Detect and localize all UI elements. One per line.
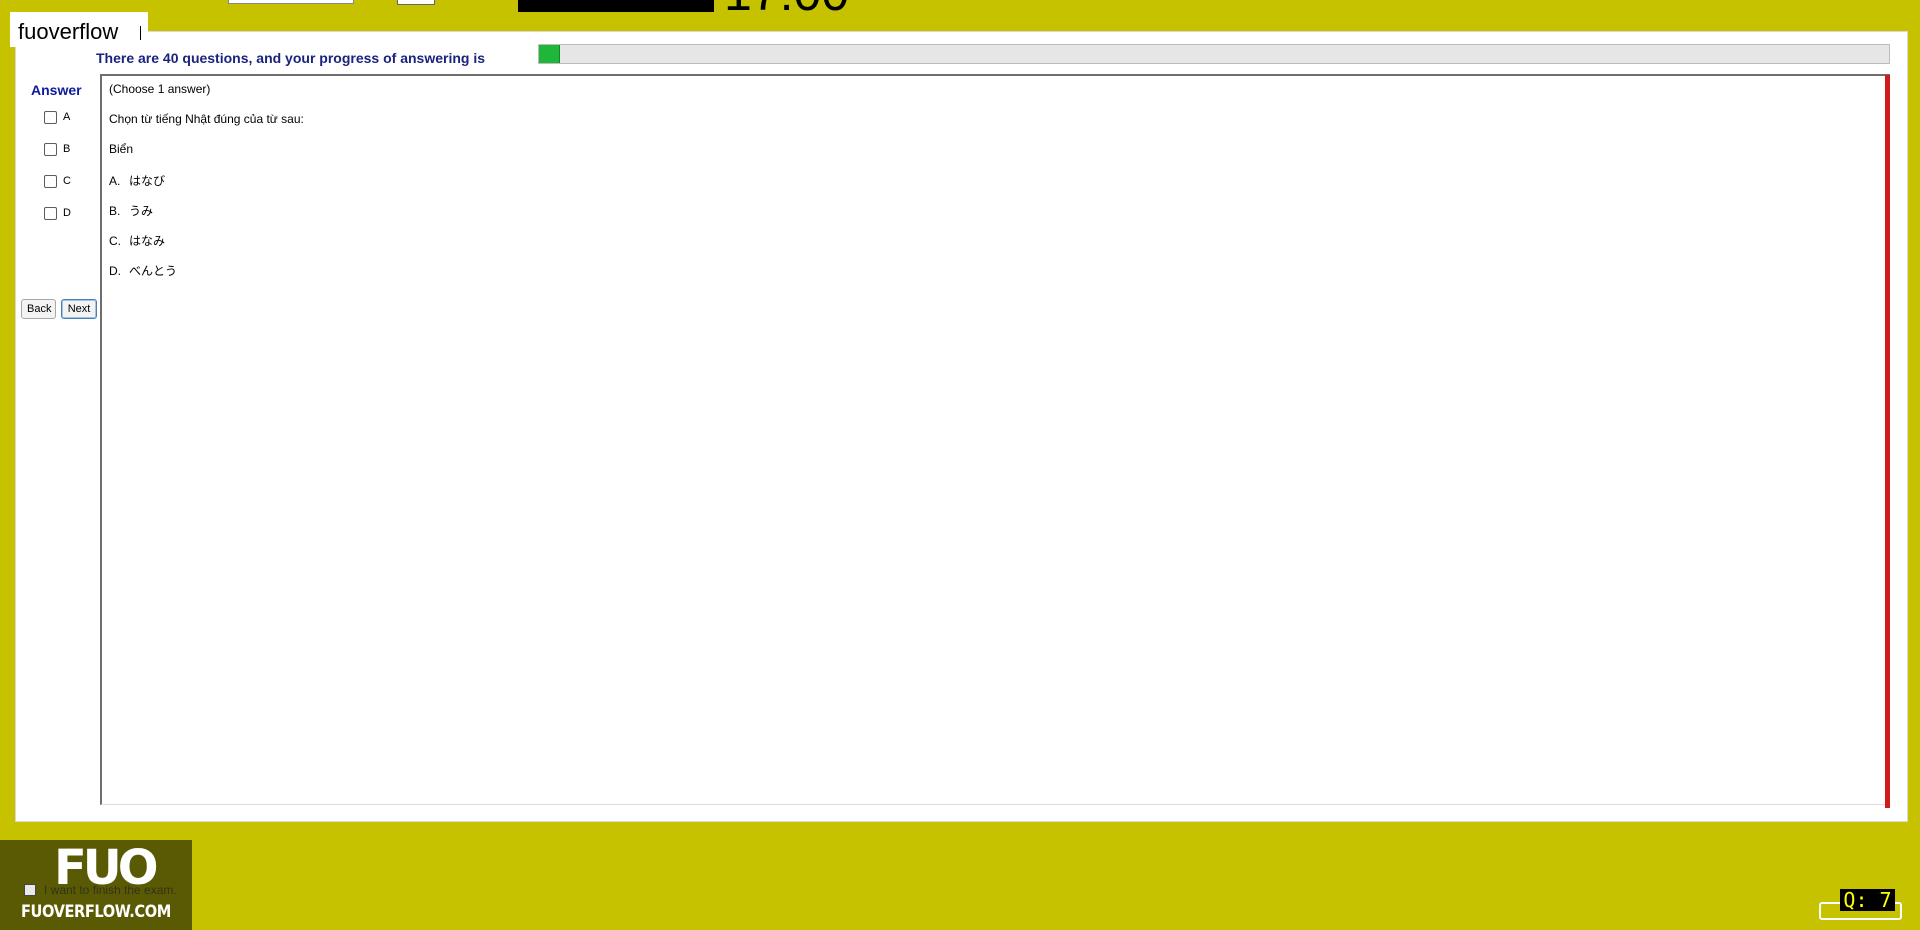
brand-label: fuoverflow xyxy=(10,12,148,47)
toolbar-icon[interactable] xyxy=(397,0,435,5)
question-instruction: (Choose 1 answer) xyxy=(109,82,211,96)
progress-text: There are 40 questions, and your progres… xyxy=(96,50,485,66)
answer-option-a[interactable]: A xyxy=(44,109,70,125)
answer-checkbox-d[interactable] xyxy=(44,206,57,220)
font-size-dropdown[interactable] xyxy=(228,0,354,4)
question-word: Biển xyxy=(109,142,134,156)
finish-exam-label: I want to finish the exam. xyxy=(44,883,177,897)
progress-bar-fill xyxy=(539,45,561,63)
progress-bar xyxy=(538,44,1890,64)
finish-exam-option[interactable]: I want to finish the exam. xyxy=(24,883,177,897)
logo-url-text: FUOVERFLOW.COM xyxy=(21,902,171,922)
answer-option-d[interactable]: D xyxy=(44,205,71,221)
top-toolbar-strip xyxy=(0,0,1920,14)
finish-exam-checkbox[interactable] xyxy=(24,884,36,896)
answer-option-label: C xyxy=(63,175,71,187)
question-counter: Q: 7 xyxy=(1840,889,1895,911)
answer-option-label: D xyxy=(63,207,71,219)
question-content-box: (Choose 1 answer) Chọn từ tiếng Nhật đún… xyxy=(100,74,1890,805)
question-option-letter: D. xyxy=(109,264,121,278)
question-option-text: はなび xyxy=(129,174,166,188)
question-option-letter: C. xyxy=(109,234,121,248)
question-option-text: はなみ xyxy=(129,234,166,248)
answer-option-c[interactable]: C xyxy=(44,173,71,189)
question-option-c: C. はなみ xyxy=(109,232,165,249)
question-option-b: B. うみ xyxy=(109,202,153,219)
question-option-d: D. べんとう xyxy=(109,262,177,279)
exam-code-box xyxy=(518,0,714,12)
answer-option-label: B xyxy=(63,143,71,155)
question-prompt: Chọn từ tiếng Nhật đúng của từ sau: xyxy=(109,112,304,126)
scroll-indicator[interactable] xyxy=(1885,75,1890,808)
answer-option-b[interactable]: B xyxy=(44,141,70,157)
question-option-text: べんとう xyxy=(129,264,178,278)
next-button[interactable]: Next xyxy=(61,299,97,319)
answer-checkbox-a[interactable] xyxy=(44,110,57,124)
question-option-letter: A. xyxy=(109,174,121,188)
question-option-letter: B. xyxy=(109,204,121,218)
exam-timer: 17:00 xyxy=(724,0,849,18)
answer-checkbox-c[interactable] xyxy=(44,174,57,188)
answer-option-label: A xyxy=(63,111,71,123)
question-option-a: A. はなび xyxy=(109,172,165,189)
text-caret xyxy=(140,26,141,40)
answer-checkbox-b[interactable] xyxy=(44,142,57,156)
question-option-text: うみ xyxy=(129,204,154,218)
answer-title: Answer xyxy=(31,82,82,98)
back-button[interactable]: Back xyxy=(21,299,56,319)
